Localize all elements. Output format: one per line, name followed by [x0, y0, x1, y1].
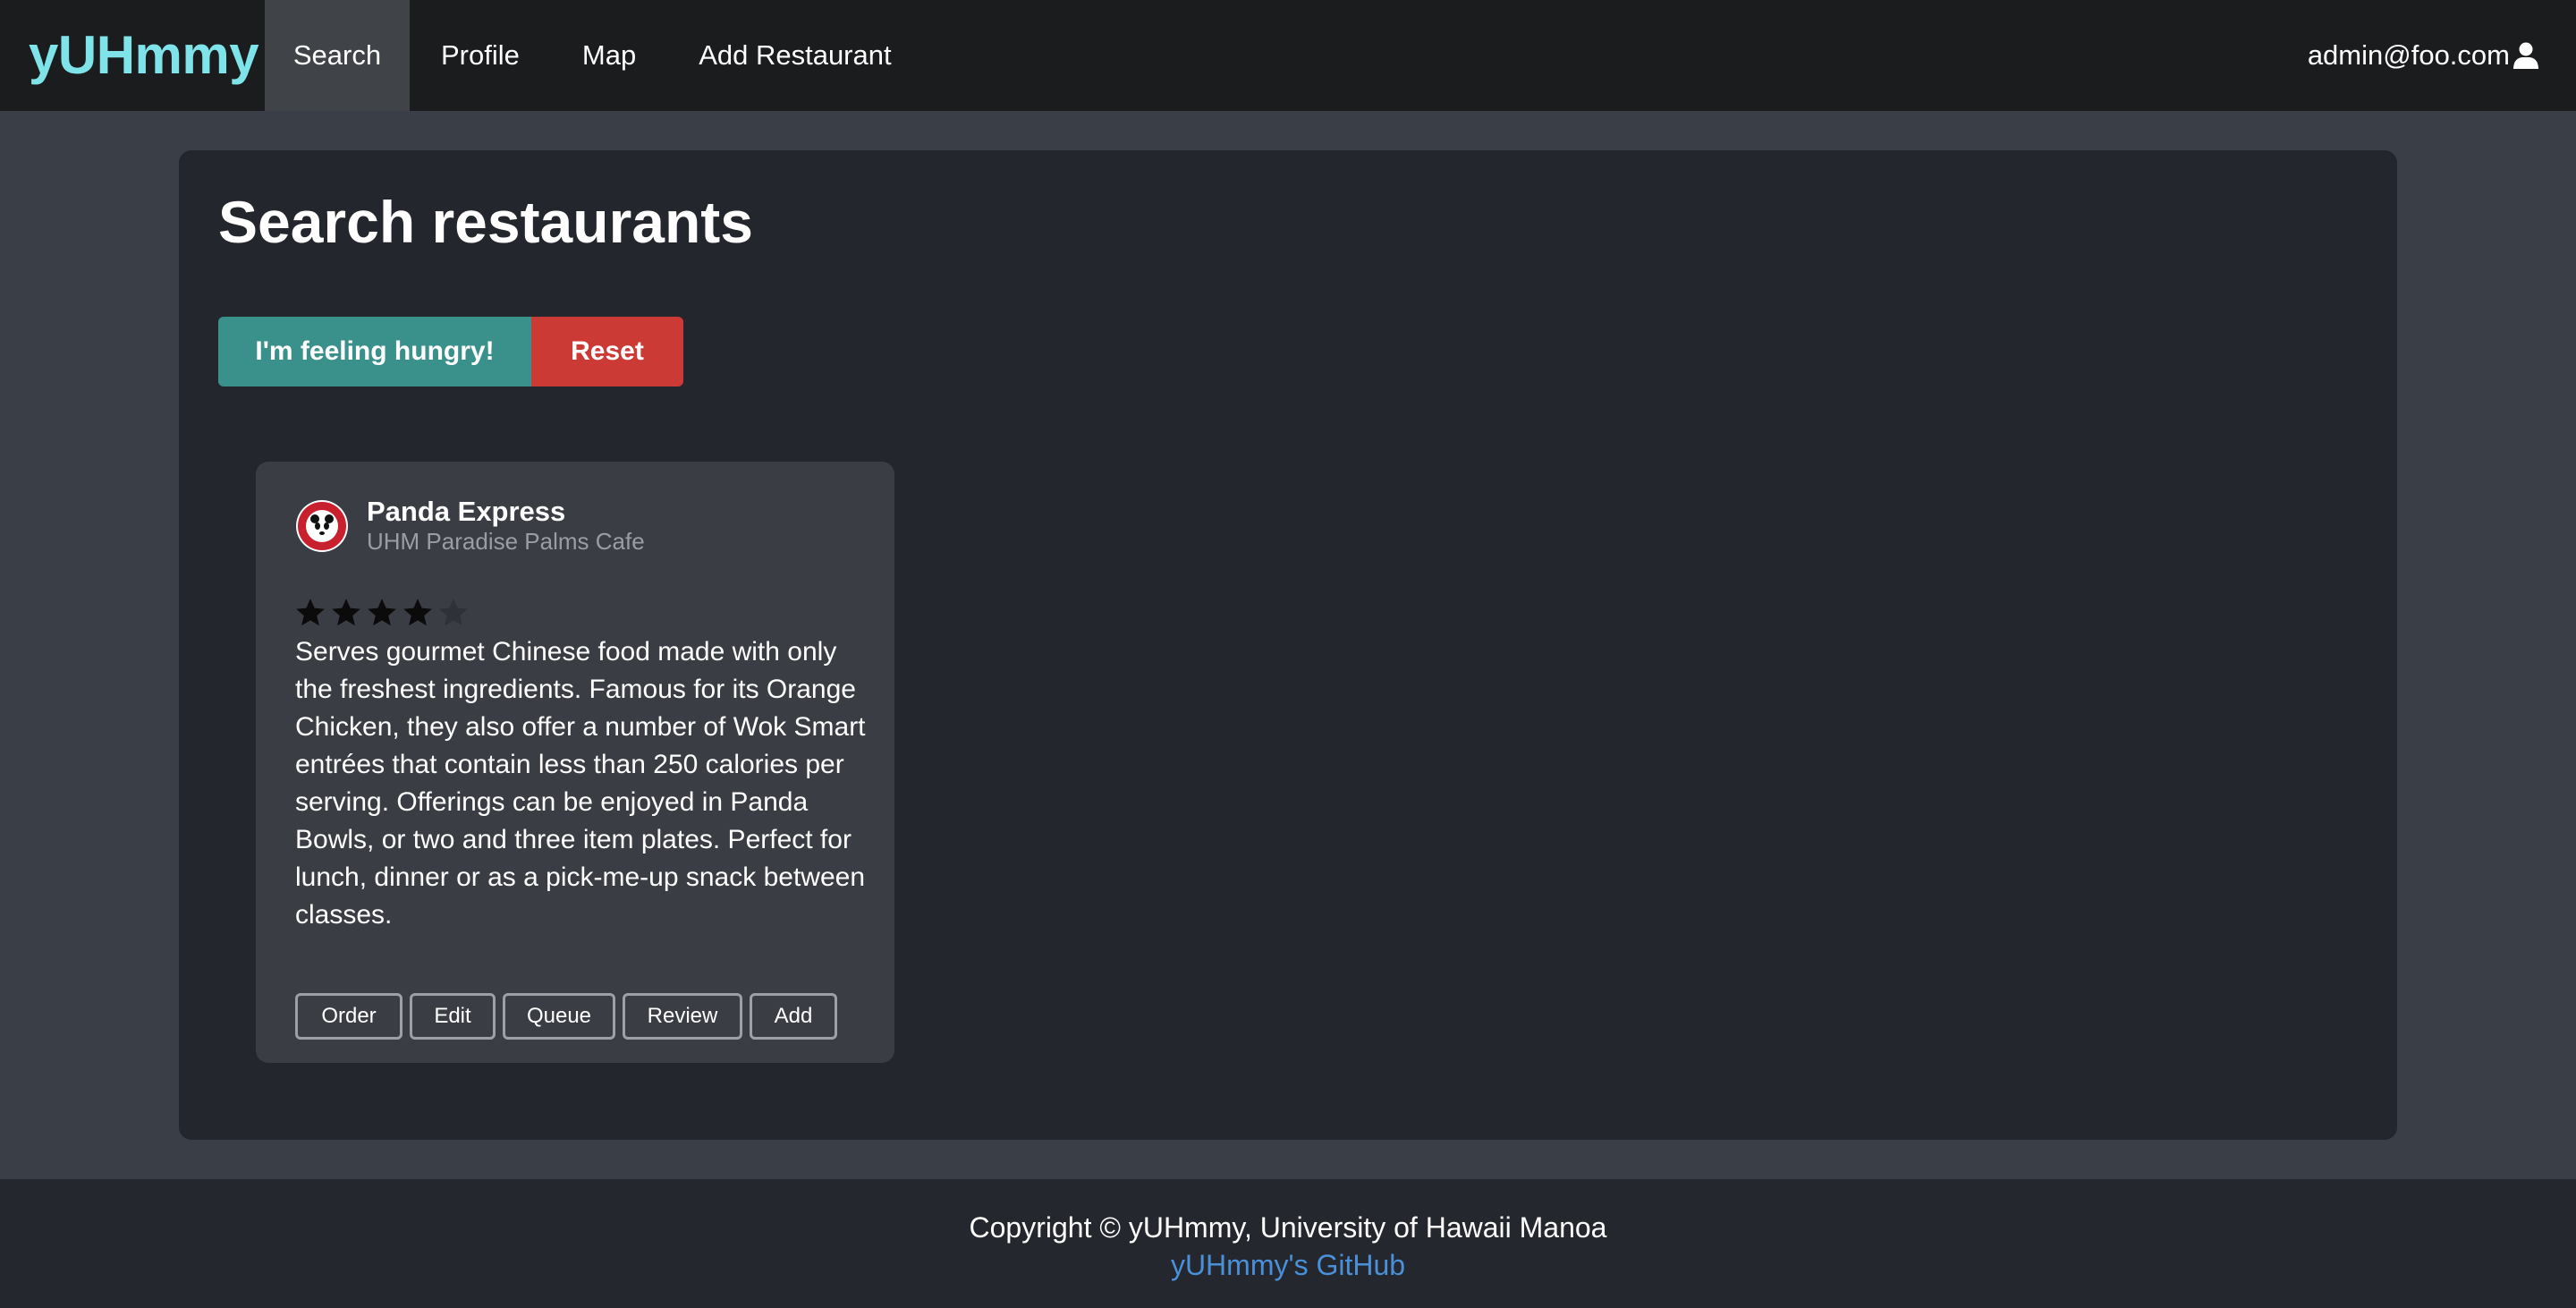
panda-express-logo-icon	[296, 500, 348, 552]
review-button[interactable]: Review	[623, 993, 742, 1040]
star-filled-icon[interactable]	[401, 596, 435, 630]
star-empty-icon[interactable]	[436, 596, 470, 630]
nav-map[interactable]: Map	[582, 0, 636, 111]
user-email: admin@foo.com	[2307, 39, 2510, 71]
restaurant-location: UHM Paradise Palms Cafe	[367, 528, 645, 555]
queue-button[interactable]: Queue	[503, 993, 615, 1040]
edit-button[interactable]: Edit	[410, 993, 496, 1040]
order-button[interactable]: Order	[295, 993, 402, 1040]
navbar: yUHmmy Search Profile Map Add Restaurant…	[0, 0, 2576, 111]
footer-copyright: Copyright © yUHmmy, University of Hawaii…	[969, 1211, 1607, 1244]
github-link[interactable]: yUHmmy's GitHub	[0, 1249, 2576, 1282]
restaurant-description: Serves gourmet Chinese food made with on…	[295, 637, 866, 930]
user-menu[interactable]: admin@foo.com	[2308, 0, 2540, 111]
nav-add-restaurant[interactable]: Add Restaurant	[699, 0, 891, 111]
rating-stars[interactable]	[293, 596, 470, 630]
star-filled-icon[interactable]	[365, 596, 399, 630]
footer: Copyright © yUHmmy, University of Hawaii…	[0, 1179, 2576, 1308]
restaurant-actions: Order Edit Queue Review Add	[295, 993, 837, 1040]
restaurant-name[interactable]: Panda Express	[367, 496, 565, 528]
nav-search[interactable]: Search	[265, 0, 410, 111]
restaurant-card: Panda Express UHM Paradise Palms Cafe Se…	[256, 462, 894, 1063]
feeling-hungry-button[interactable]: I'm feeling hungry!	[218, 317, 531, 386]
brand-logo[interactable]: yUHmmy	[0, 0, 265, 111]
nav-profile[interactable]: Profile	[441, 0, 520, 111]
reset-button[interactable]: Reset	[531, 317, 683, 386]
user-icon	[2513, 42, 2538, 69]
search-panel: Search restaurants I'm feeling hungry! R…	[179, 150, 2397, 1140]
add-button[interactable]: Add	[750, 993, 837, 1040]
star-filled-icon[interactable]	[293, 596, 327, 630]
page-title: Search restaurants	[218, 189, 753, 255]
star-filled-icon[interactable]	[329, 596, 363, 630]
